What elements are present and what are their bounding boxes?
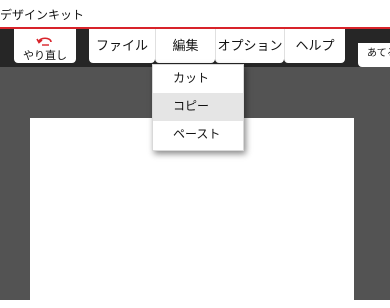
menu-help[interactable]: ヘルプ: [284, 29, 345, 63]
menu-item-paste[interactable]: ペースト: [153, 121, 243, 149]
menu-item-copy[interactable]: コピー: [153, 93, 243, 121]
redo-button[interactable]: やり直し: [14, 29, 76, 63]
menu-file[interactable]: ファイル: [89, 29, 155, 63]
menu-edit[interactable]: 編集: [155, 29, 215, 63]
edit-dropdown-menu: カット コピー ペースト: [152, 64, 244, 151]
redo-icon: [36, 37, 52, 46]
window-title: デザインキット: [0, 8, 85, 22]
toolbar: やり直し ファイル 編集 オプション ヘルプ あてる: [0, 29, 390, 67]
menu-item-cut[interactable]: カット: [153, 65, 243, 93]
overflow-button[interactable]: あてる: [358, 43, 390, 67]
title-bar: デザインキット: [0, 0, 390, 29]
redo-label: やり直し: [23, 49, 67, 62]
menu-options[interactable]: オプション: [215, 29, 284, 63]
